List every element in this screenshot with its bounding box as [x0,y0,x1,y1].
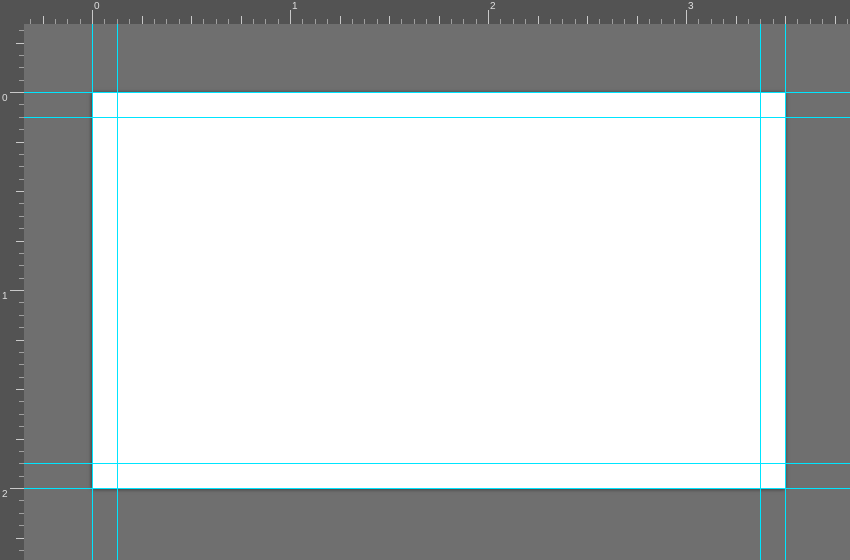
ruler-label: 1 [292,1,298,12]
guide-vertical[interactable] [92,24,93,560]
ruler-horizontal[interactable]: 0 1 2 3 [24,0,850,24]
guide-horizontal[interactable] [24,117,850,118]
ruler-label: 0 [2,93,8,104]
guide-horizontal[interactable] [24,488,850,489]
ruler-label: 0 [94,1,100,12]
guide-vertical[interactable] [760,24,761,560]
guide-vertical[interactable] [785,24,786,560]
ruler-origin-corner[interactable] [0,0,24,24]
ruler-vertical[interactable]: 0 1 2 [0,24,24,560]
guide-vertical[interactable] [117,24,118,560]
editor-viewport[interactable] [24,24,850,560]
ruler-label: 3 [688,1,694,12]
ruler-label: 2 [2,489,8,500]
ruler-label: 2 [490,1,496,12]
guide-horizontal[interactable] [24,92,850,93]
artboard[interactable] [92,92,785,488]
guide-horizontal[interactable] [24,463,850,464]
ruler-label: 1 [2,291,8,302]
